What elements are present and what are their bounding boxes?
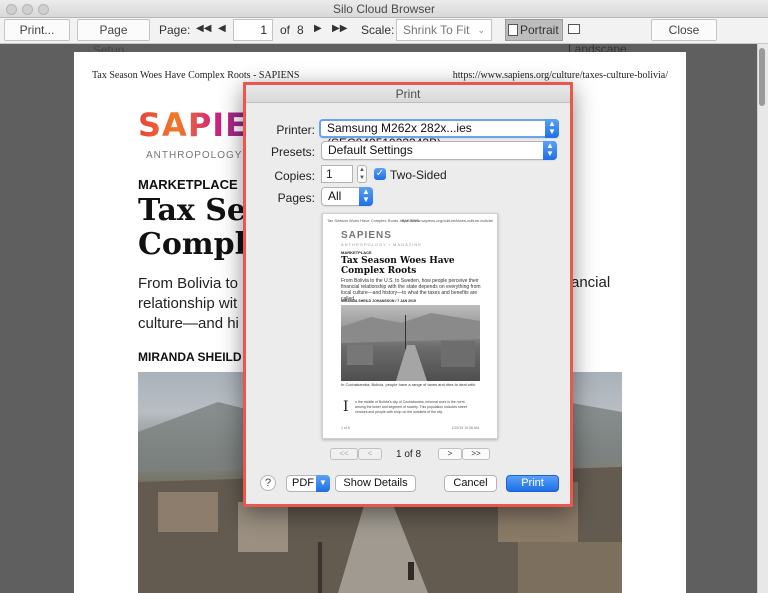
chevron-down-icon: ▼ bbox=[316, 475, 330, 492]
page-number-input[interactable]: 1 bbox=[233, 19, 273, 41]
article-lede: From Bolivia to relationship wit culture… bbox=[138, 275, 239, 332]
window-title: Silo Cloud Browser bbox=[332, 2, 436, 16]
two-sided-checkbox[interactable]: ✓ bbox=[374, 168, 386, 180]
copies-stepper[interactable]: ▲ ▼ bbox=[357, 165, 367, 183]
landscape-icon bbox=[568, 24, 580, 34]
updown-arrows-icon: ▲ ▼ bbox=[359, 187, 373, 206]
show-details-button[interactable]: Show Details bbox=[335, 475, 416, 492]
double-chevron-right-icon: >> bbox=[471, 449, 481, 458]
presets-select[interactable]: Default Settings ▲ ▼ bbox=[321, 141, 557, 160]
section-label: MARKETPLACE bbox=[138, 177, 238, 192]
last-page-preview-button[interactable]: >> bbox=[462, 448, 490, 460]
zoom-window-icon[interactable] bbox=[38, 4, 49, 15]
chevron-left-icon: < bbox=[367, 449, 373, 458]
copies-label: Copies: bbox=[274, 169, 315, 183]
double-chevron-left-icon: << bbox=[339, 449, 349, 458]
page-label: Page: bbox=[159, 23, 191, 37]
updown-arrows-icon: ▲ ▼ bbox=[545, 119, 559, 138]
article-byline: MIRANDA SHEILD bbox=[138, 350, 242, 364]
landscape-button[interactable]: Landscape bbox=[566, 19, 638, 56]
print-button[interactable]: Print... bbox=[4, 19, 70, 41]
portrait-icon bbox=[508, 24, 518, 36]
scale-select[interactable]: Shrink To Fit ⌄ bbox=[396, 19, 492, 41]
print-preview-toolbar: Print... Page Setup... Page: ◀◀ ◀ 1 of 8… bbox=[0, 18, 768, 57]
portrait-button[interactable]: Portrait bbox=[505, 19, 563, 41]
print-preview-thumbnail: Tax Season Woes Have Complex Roots - SAP… bbox=[322, 213, 498, 439]
previous-page-preview-button[interactable]: < bbox=[358, 448, 382, 460]
preview-tagline: ANTHROPOLOGY / MAGAZINE bbox=[341, 242, 422, 247]
next-page-preview-button[interactable]: > bbox=[438, 448, 462, 460]
close-button[interactable]: Close bbox=[651, 19, 717, 41]
of-label: of bbox=[280, 23, 291, 37]
window-titlebar: Silo Cloud Browser bbox=[0, 0, 768, 18]
preview-photo-scene bbox=[341, 313, 480, 381]
pages-label: Pages: bbox=[277, 191, 315, 205]
previous-page-icon[interactable]: ◀ bbox=[218, 23, 226, 34]
dialog-print-button[interactable]: Print bbox=[506, 475, 559, 492]
print-dialog: Print Printer: Samsung M262x 282x...ies … bbox=[243, 82, 573, 507]
minimize-window-icon[interactable] bbox=[22, 4, 33, 15]
updown-arrows-icon: ▲ ▼ bbox=[543, 141, 557, 160]
preview-dropcap: I bbox=[343, 399, 349, 415]
page-setup-button[interactable]: Page Setup... bbox=[77, 19, 150, 57]
chevron-down-icon: ⌄ bbox=[477, 25, 485, 35]
preview-body: n the middle of Bolivia's city of Cochab… bbox=[355, 400, 467, 414]
total-pages: 8 bbox=[297, 23, 304, 37]
help-button[interactable]: ? bbox=[260, 475, 276, 491]
preview-byline: MIRANDA SHEILD JOHANSSON / 7 JAN 2019 bbox=[341, 299, 416, 303]
scrollbar-track[interactable] bbox=[757, 44, 768, 593]
scrollbar-thumb[interactable] bbox=[759, 48, 765, 106]
pdf-label: PDF bbox=[292, 477, 314, 489]
scale-value: Shrink To Fit bbox=[403, 23, 470, 37]
preview-footer-page: 1 of 8 bbox=[341, 426, 350, 430]
dialog-title: Print bbox=[246, 85, 570, 103]
next-page-icon[interactable]: ▶ bbox=[314, 23, 322, 34]
preview-caption: In Cochabamba, Bolivia, people have a ra… bbox=[341, 382, 476, 387]
first-page-icon[interactable]: ◀◀ bbox=[196, 23, 211, 34]
chevron-right-icon: > bbox=[447, 449, 453, 458]
copies-input[interactable]: 1 bbox=[321, 165, 353, 183]
close-window-icon[interactable] bbox=[6, 4, 17, 15]
preview-logo: SAPIENS bbox=[341, 230, 392, 241]
pdf-menu-button[interactable]: PDF ▼ bbox=[286, 475, 330, 492]
pages-select[interactable]: All ▲ ▼ bbox=[321, 187, 373, 206]
portrait-label: Portrait bbox=[520, 23, 559, 37]
presets-value: Default Settings bbox=[328, 143, 413, 157]
scale-label: Scale: bbox=[361, 23, 395, 37]
printer-label: Printer: bbox=[276, 123, 315, 137]
preview-photo bbox=[341, 305, 480, 381]
sapiens-logo: SAPIE bbox=[138, 106, 249, 144]
article-lede-fragment: ancial bbox=[571, 274, 611, 291]
preview-footer-date: 1/22/19 10:36 AM bbox=[451, 426, 479, 430]
cancel-button[interactable]: Cancel bbox=[444, 475, 497, 492]
printer-select[interactable]: Samsung M262x 282x...ies (SEC84251933343… bbox=[319, 119, 559, 150]
doc-header-title: Tax Season Woes Have Complex Roots - SAP… bbox=[92, 70, 300, 81]
last-page-icon[interactable]: ▶▶ bbox=[332, 23, 347, 34]
two-sided-label: Two-Sided bbox=[390, 168, 447, 182]
presets-label: Presets: bbox=[270, 145, 315, 159]
doc-header-url: https://www.sapiens.org/culture/taxes-cu… bbox=[452, 70, 668, 81]
preview-section: MARKETPLACE bbox=[341, 250, 372, 255]
preview-title: Tax Season Woes Have Complex Roots bbox=[341, 256, 455, 276]
pages-value: All bbox=[328, 189, 342, 203]
preview-page-indicator: 1 of 8 bbox=[396, 449, 422, 460]
preview-header-url: https://www.sapiens.org/culture/taxes-cu… bbox=[399, 218, 493, 223]
first-page-preview-button[interactable]: << bbox=[330, 448, 358, 460]
